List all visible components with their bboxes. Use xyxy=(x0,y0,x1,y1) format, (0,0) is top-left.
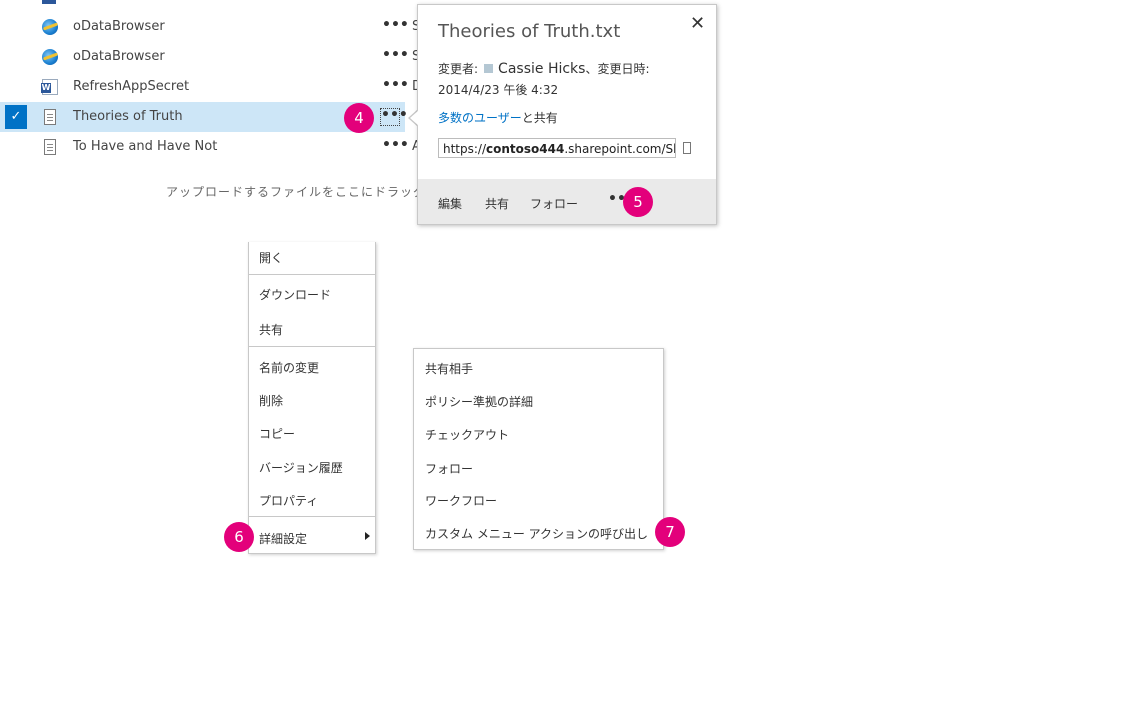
modified-date-label: 、変更日時: xyxy=(585,62,650,76)
list-item[interactable]: oDataBrowser ••• S xyxy=(0,12,420,42)
more-actions-icon[interactable]: ••• xyxy=(382,76,409,94)
file-name[interactable]: Theories of Truth xyxy=(73,109,183,124)
menu-divider xyxy=(249,274,375,275)
menu-item-version-history[interactable]: バージョン履歴 xyxy=(259,459,343,476)
ie-icon xyxy=(42,19,58,35)
callout-badge-6: 6 xyxy=(224,522,254,552)
callout-badge-7: 7 xyxy=(655,517,685,547)
list-item[interactable]: oDataBrowser ••• S xyxy=(0,42,420,72)
callout-badge-4: 4 xyxy=(344,103,374,133)
file-name[interactable]: oDataBrowser xyxy=(73,19,165,34)
edit-button[interactable]: 編集 xyxy=(438,195,462,212)
share-button[interactable]: 共有 xyxy=(485,195,509,212)
menu-divider xyxy=(249,346,375,347)
presence-icon xyxy=(484,64,494,73)
callout-badge-5: 5 xyxy=(623,187,653,217)
card-footer: 編集 共有 フォロー ••• xyxy=(418,179,716,224)
close-icon[interactable]: ✕ xyxy=(690,13,705,34)
shared-users-link[interactable]: 多数のユーザー xyxy=(438,111,522,125)
upload-drop-hint: アップロードするファイルをここにドラッグ xyxy=(166,185,427,199)
menu-item-properties[interactable]: プロパティ xyxy=(259,492,318,509)
menu-item-share[interactable]: 共有 xyxy=(259,321,283,338)
list-item[interactable]: To Have and Have Not ••• A xyxy=(0,132,421,162)
modified-by-label: 変更者: xyxy=(438,62,479,76)
list-item[interactable]: RefreshAppSecret ••• D xyxy=(0,72,422,102)
submenu-arrow-icon xyxy=(365,532,370,540)
menu-item-download[interactable]: ダウンロード xyxy=(259,286,331,303)
menu-item-delete[interactable]: 削除 xyxy=(259,392,283,409)
word-document-icon xyxy=(41,79,58,95)
clipped-row-top xyxy=(42,0,56,4)
submenu-item-follow[interactable]: フォロー xyxy=(425,460,473,477)
context-menu: 開く ダウンロード 共有 名前の変更 削除 コピー バージョン履歴 プロパティ … xyxy=(248,242,376,554)
checkmark-icon[interactable]: ✓ xyxy=(5,105,27,129)
url-rest: .sharepoint.com/Sha xyxy=(564,142,676,156)
menu-divider xyxy=(249,516,375,517)
submenu-item-shared-with[interactable]: 共有相手 xyxy=(425,360,473,377)
text-document-icon xyxy=(44,109,56,125)
url-prefix: https:// xyxy=(443,142,487,156)
shared-suffix: と共有 xyxy=(521,111,558,125)
more-actions-icon[interactable]: ••• xyxy=(380,108,408,126)
submenu-item-policy-details[interactable]: ポリシー準拠の詳細 xyxy=(425,393,533,410)
menu-item-open[interactable]: 開く xyxy=(259,249,283,266)
file-name[interactable]: To Have and Have Not xyxy=(73,139,217,154)
menu-item-copy[interactable]: コピー xyxy=(259,425,295,442)
menu-item-advanced[interactable]: 詳細設定 xyxy=(259,530,307,547)
submenu-item-custom-action[interactable]: カスタム メニュー アクションの呼び出し xyxy=(425,525,648,542)
file-name[interactable]: oDataBrowser xyxy=(73,49,165,64)
card-pointer-fill xyxy=(410,110,419,126)
more-actions-icon[interactable]: ••• xyxy=(382,136,409,154)
file-callout-card: Theories of Truth.txt ✕ 変更者: Cassie Hicks… xyxy=(417,4,717,225)
submenu-item-checkout[interactable]: チェックアウト xyxy=(425,426,509,443)
submenu-item-workflow[interactable]: ワークフロー xyxy=(425,492,497,509)
ie-icon xyxy=(42,49,58,65)
advanced-submenu: 共有相手 ポリシー準拠の詳細 チェックアウト フォロー ワークフロー カスタム … xyxy=(413,348,664,550)
card-modified-info: 変更者: Cassie Hicks、変更日時: 2014/4/23 午後 4:32 xyxy=(438,59,650,101)
url-host-bold: contoso444 xyxy=(486,142,565,156)
menu-item-rename[interactable]: 名前の変更 xyxy=(259,359,319,376)
url-field[interactable]: https://contoso444.sharepoint.com/Sha xyxy=(438,138,676,158)
more-actions-icon[interactable]: ••• xyxy=(382,46,409,64)
modified-by-user[interactable]: Cassie Hicks xyxy=(498,61,585,77)
follow-button[interactable]: フォロー xyxy=(530,195,578,212)
modified-date: 2014/4/23 午後 4:32 xyxy=(438,83,559,97)
text-document-icon xyxy=(44,139,56,155)
file-name[interactable]: RefreshAppSecret xyxy=(73,79,189,94)
card-title: Theories of Truth.txt xyxy=(438,21,621,42)
shared-with-info: 多数のユーザーと共有 xyxy=(438,109,558,126)
mobile-link-icon[interactable] xyxy=(683,142,691,154)
more-actions-icon[interactable]: ••• xyxy=(382,16,409,34)
